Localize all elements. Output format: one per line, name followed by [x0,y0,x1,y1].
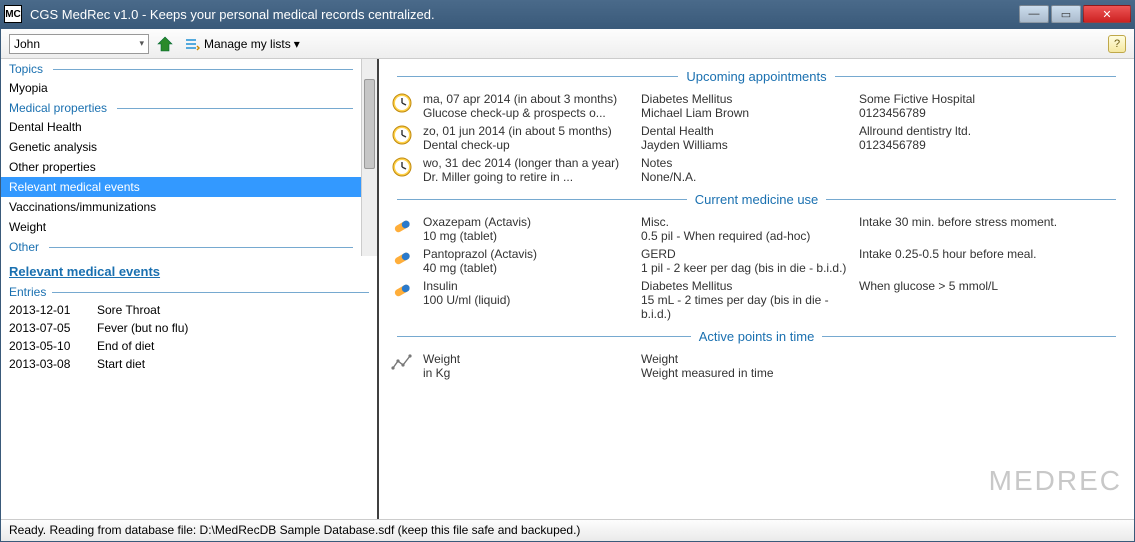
col2: Misc.0.5 pil - When required (ad-hoc) [641,215,851,243]
manage-lists-button[interactable]: Manage my lists ▾ [181,34,304,54]
section-medical-properties: Medical properties [1,98,361,117]
col2: WeightWeight measured in time [641,352,851,380]
entry-date: 2013-03-08 [9,357,81,371]
entry-date: 2013-12-01 [9,303,81,317]
manage-lists-label: Manage my lists [204,37,291,51]
window-title: CGS MedRec v1.0 - Keeps your personal me… [28,7,1019,22]
entry-row[interactable]: 2013-05-10 End of diet [9,337,369,355]
detail-row[interactable]: Insulin100 U/ml (liquid)Diabetes Mellitu… [389,277,1124,323]
entry-text: End of diet [97,339,154,353]
chevron-down-icon: ▾ [139,38,144,49]
entry-text: Fever (but no flu) [97,321,188,335]
help-button[interactable]: ? [1108,35,1126,53]
detail-row[interactable]: Weightin Kg WeightWeight measured in time [389,350,1124,382]
topic-item[interactable]: Myopia [1,78,361,98]
chart-icon [389,352,415,380]
entry-text: Start diet [97,357,145,371]
medprop-item[interactable]: Other properties [1,157,361,177]
medprop-item-selected[interactable]: Relevant medical events [1,177,361,197]
right-panel: Upcoming appointments ma, 07 apr 2014 (i… [379,59,1134,519]
entry-row[interactable]: 2013-07-05 Fever (but no flu) [9,319,369,337]
section-other: Other [1,237,361,256]
col1: Weightin Kg [423,352,633,380]
pill-icon [389,247,415,275]
col3 [859,156,1124,184]
col2: Diabetes MellitusMichael Liam Brown [641,92,851,120]
entry-date: 2013-05-10 [9,339,81,353]
clock-icon [389,156,415,184]
watermark: MEDREC [989,465,1122,497]
col1: wo, 31 dec 2014 (longer than a year)Dr. … [423,156,633,184]
section-topics: Topics [1,59,361,78]
list-icon [185,36,201,52]
scrollbar-thumb[interactable] [364,79,375,169]
left-panel: Topics Myopia Medical properties Dental … [1,59,379,519]
medicine-header: Current medicine use [389,192,1124,207]
entry-date: 2013-07-05 [9,321,81,335]
titlebar[interactable]: MC CGS MedRec v1.0 - Keeps your personal… [0,0,1135,28]
col3: Intake 0.25-0.5 hour before meal. [859,247,1124,275]
col2: Dental HealthJayden Williams [641,124,851,152]
col2: GERD1 pil - 2 keer per dag (bis in die -… [641,247,851,275]
appointments-header: Upcoming appointments [389,69,1124,84]
pill-icon [389,215,415,243]
col1: Oxazepam (Actavis)10 mg (tablet) [423,215,633,243]
col1: zo, 01 jun 2014 (in about 5 months)Denta… [423,124,633,152]
content-area: John ▾ Manage my lists ▾ ? Topics Myopia… [0,28,1135,542]
detail-row[interactable]: wo, 31 dec 2014 (longer than a year)Dr. … [389,154,1124,186]
statusbar: Ready. Reading from database file: D:\Me… [1,519,1134,541]
entry-row[interactable]: 2013-03-08 Start diet [9,355,369,373]
medprop-item[interactable]: Vaccinations/immunizations [1,197,361,217]
clock-icon [389,92,415,120]
pill-icon [389,279,415,321]
entry-row[interactable]: 2013-12-01 Sore Throat [9,301,369,319]
close-button[interactable]: ✕ [1083,5,1131,23]
col1: Pantoprazol (Actavis)40 mg (tablet) [423,247,633,275]
medprop-item[interactable]: Weight [1,217,361,237]
topics-scrollbar[interactable] [361,59,377,256]
active-header: Active points in time [389,329,1124,344]
home-icon[interactable] [155,34,175,54]
medprop-item[interactable]: Dental Health [1,117,361,137]
app-logo-icon: MC [4,5,22,23]
medprop-item[interactable]: Genetic analysis [1,137,361,157]
user-dropdown-label: John [14,37,40,51]
detail-row[interactable]: Pantoprazol (Actavis)40 mg (tablet) GERD1… [389,245,1124,277]
detail-row[interactable]: ma, 07 apr 2014 (in about 3 months)Gluco… [389,90,1124,122]
app-window: MC CGS MedRec v1.0 - Keeps your personal… [0,0,1135,542]
col3 [859,352,1124,380]
col3: Allround dentistry ltd.0123456789 [859,124,1124,152]
entries-header: Entries [9,283,369,301]
detail-row[interactable]: zo, 01 jun 2014 (in about 5 months)Denta… [389,122,1124,154]
maximize-button[interactable]: ▭ [1051,5,1081,23]
col3: When glucose > 5 mmol/L [859,279,1124,321]
user-dropdown[interactable]: John ▾ [9,34,149,54]
chevron-down-icon: ▾ [294,37,300,51]
toolbar: John ▾ Manage my lists ▾ ? [1,29,1134,59]
col2: Diabetes Mellitus15 mL - 2 times per day… [641,279,851,321]
topics-list: Topics Myopia Medical properties Dental … [1,59,361,256]
col3: Some Fictive Hospital0123456789 [859,92,1124,120]
detail-heading-link[interactable]: Relevant medical events [9,264,160,279]
clock-icon [389,124,415,152]
detail-row[interactable]: Oxazepam (Actavis)10 mg (tablet) Misc.0.5… [389,213,1124,245]
col1: Insulin100 U/ml (liquid) [423,279,633,321]
col1: ma, 07 apr 2014 (in about 3 months)Gluco… [423,92,633,120]
col3: Intake 30 min. before stress moment. [859,215,1124,243]
minimize-button[interactable]: — [1019,5,1049,23]
entry-text: Sore Throat [97,303,160,317]
col2: NotesNone/N.A. [641,156,851,184]
